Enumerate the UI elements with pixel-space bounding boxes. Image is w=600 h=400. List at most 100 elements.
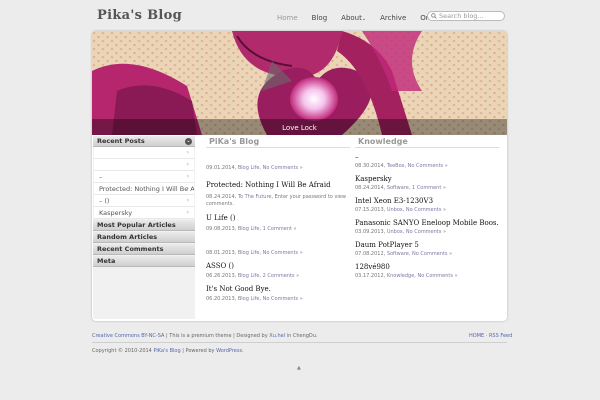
widget-most-popular[interactable]: Most Popular Articles [93,220,195,231]
post-title[interactable]: Kaspersky [355,174,499,185]
post-comments[interactable]: 2 Comments » [263,273,300,279]
widget-title: Recent Comments [97,245,164,253]
blog-title[interactable]: Pika's Blog [97,8,182,23]
period: . [242,348,244,354]
nav-home[interactable]: Home [272,12,303,24]
copyright-text: Copyright © 2010-2014 [92,348,154,354]
post-category[interactable]: Unbox, [387,229,404,235]
post-title[interactable]: Daum PotPlayer 5 [355,240,499,251]
rss-feed-link[interactable]: RSS Feed [489,333,512,339]
post-date: 08.24.2014, [355,185,386,191]
post-entry: – 08.30.2014, TeeBox, No Comments » [355,152,499,170]
post-title[interactable]: It's Not Good Bye. [206,284,350,295]
list-item[interactable]: › [94,159,194,171]
post-title[interactable]: 128vé980 [355,262,499,273]
widget-meta[interactable]: Meta [93,256,195,267]
list-item[interactable]: › [94,147,194,159]
post-comments[interactable]: No Comments » [263,165,303,171]
post-meta: 08.24.2014, To The Future, Enter your pa… [206,194,350,208]
post-category[interactable]: Blog Life, [238,226,261,232]
post-meta: 03.17.2012, Knowledge, No Comments » [355,273,499,280]
post-category[interactable]: To The Future, [238,194,273,200]
nav-about-label: About [341,14,362,22]
post-entry: ASSO () 06.26.2013, Blog Life, 2 Comment… [206,261,350,280]
post-date: 08.24.2014, [206,194,237,200]
widget-random-articles[interactable]: Random Articles [93,232,195,243]
search-box [427,11,505,21]
post-date: 03.17.2012, [355,273,386,279]
list-item-label: – [99,173,103,181]
search-input[interactable] [439,12,503,20]
post-date: 07.15.2013, [355,207,386,213]
post-date: 08.01.2013, [206,250,237,256]
site-link[interactable]: PiKa's Blog [153,348,180,354]
nav-archive[interactable]: Archive [375,12,411,24]
post-comments[interactable]: No Comments » [412,251,452,257]
post-category[interactable]: Software, [387,251,411,257]
post-category[interactable]: Unbox, [387,207,404,213]
license-link[interactable]: Creative Commons BY-NC-SA [92,333,164,339]
post-meta: 08.01.2013, Blog Life, No Comments » [206,250,350,257]
footer-links: HOME · RSS Feed [469,333,512,339]
wordpress-link[interactable]: WordPress [216,348,242,354]
recent-posts-list: › › – › Protected: Nothing I Will Be A...… [94,147,194,219]
widget-title: Random Articles [97,233,158,241]
collapse-icon[interactable]: ⌄ [185,138,192,145]
post-date: 08.30.2014, [355,163,386,169]
post-meta: 08.24.2014, Software, 1 Comment » [355,185,499,192]
chevron-right-icon: › [186,173,189,180]
post-entry: Daum PotPlayer 5 07.08.2012, Software, N… [355,240,499,258]
post-comments[interactable]: No Comments » [406,207,446,213]
post-entry: 128vé980 03.17.2012, Knowledge, No Comme… [355,262,499,280]
post-meta: 07.08.2012, Software, No Comments » [355,251,499,258]
blog-column: PiKa's Blog 09.01.2014, Blog Life, No Co… [206,136,350,303]
post-comments[interactable]: No Comments » [263,296,303,302]
post-entry: Panasonic SANYO Eneloop Mobile Boos... 0… [355,218,499,236]
post-category[interactable]: Blog Life, [238,250,261,256]
post-title[interactable]: – [355,152,499,163]
post-comments[interactable]: 1 Comment » [263,226,297,232]
search-icon[interactable] [431,13,437,19]
list-item[interactable]: – › [94,171,194,183]
nav-blog[interactable]: Blog [307,12,332,24]
post-entry: 08.01.2013, Blog Life, No Comments » [206,250,350,257]
post-entry: 09.01.2014, Blog Life, No Comments » [206,165,350,172]
post-category[interactable]: TeeBox, [387,163,406,169]
post-meta: 06.20.2013, Blog Life, No Comments » [206,296,350,303]
list-item[interactable]: Kaspersky › [94,207,194,219]
list-item[interactable]: – () › [94,195,194,207]
widget-recent-comments[interactable]: Recent Comments [93,244,195,255]
post-category[interactable]: Blog Life, [238,296,261,302]
post-category[interactable]: Software, [387,185,411,191]
post-entry: U Life () 09.08.2013, Blog Life, 1 Comme… [206,213,350,233]
footer-divider [92,342,507,343]
sidebar: Recent Posts ⌄ › › – › Protected: Nothing … [93,136,195,319]
chevron-right-icon: › [186,149,189,156]
back-to-top-icon[interactable]: ▲ [297,365,301,371]
post-title[interactable]: Protected: Nothing I Will Be Afraid [206,180,350,191]
nav-about[interactable]: About⌄ [336,12,371,24]
post-title[interactable]: Intel Xeon E3-1230V3 [355,196,499,207]
post-category[interactable]: Blog Life, [238,165,261,171]
post-meta: 08.30.2014, TeeBox, No Comments » [355,163,499,170]
post-category[interactable]: Knowledge, [387,273,416,279]
designer-link[interactable]: Xu.hel [269,333,285,339]
post-category[interactable]: Blog Life, [238,273,261,279]
post-comments[interactable]: No Comments » [408,163,448,169]
post-comments[interactable]: No Comments » [417,273,457,279]
post-entry: Intel Xeon E3-1230V3 07.15.2013, Unbox, … [355,196,499,214]
post-comments[interactable]: No Comments » [263,250,303,256]
post-meta: 06.26.2013, Blog Life, 2 Comments » [206,273,350,280]
banner-image: Love Lock [92,31,507,135]
list-item[interactable]: Protected: Nothing I Will Be A... › [94,183,194,195]
post-comments[interactable]: 1 Comment » [412,185,446,191]
widget-recent-posts[interactable]: Recent Posts ⌄ [93,136,195,147]
post-title[interactable]: Panasonic SANYO Eneloop Mobile Boos... [355,218,499,229]
post-date: 03.09.2013, [355,229,386,235]
post-title[interactable]: U Life () [206,213,350,224]
knowledge-column: Knowledge – 08.30.2014, TeeBox, No Comme… [355,136,499,280]
widget-title: Recent Posts [97,137,145,145]
post-title[interactable]: ASSO () [206,261,350,272]
post-comments[interactable]: No Comments » [406,229,446,235]
home-link[interactable]: HOME [469,333,484,339]
